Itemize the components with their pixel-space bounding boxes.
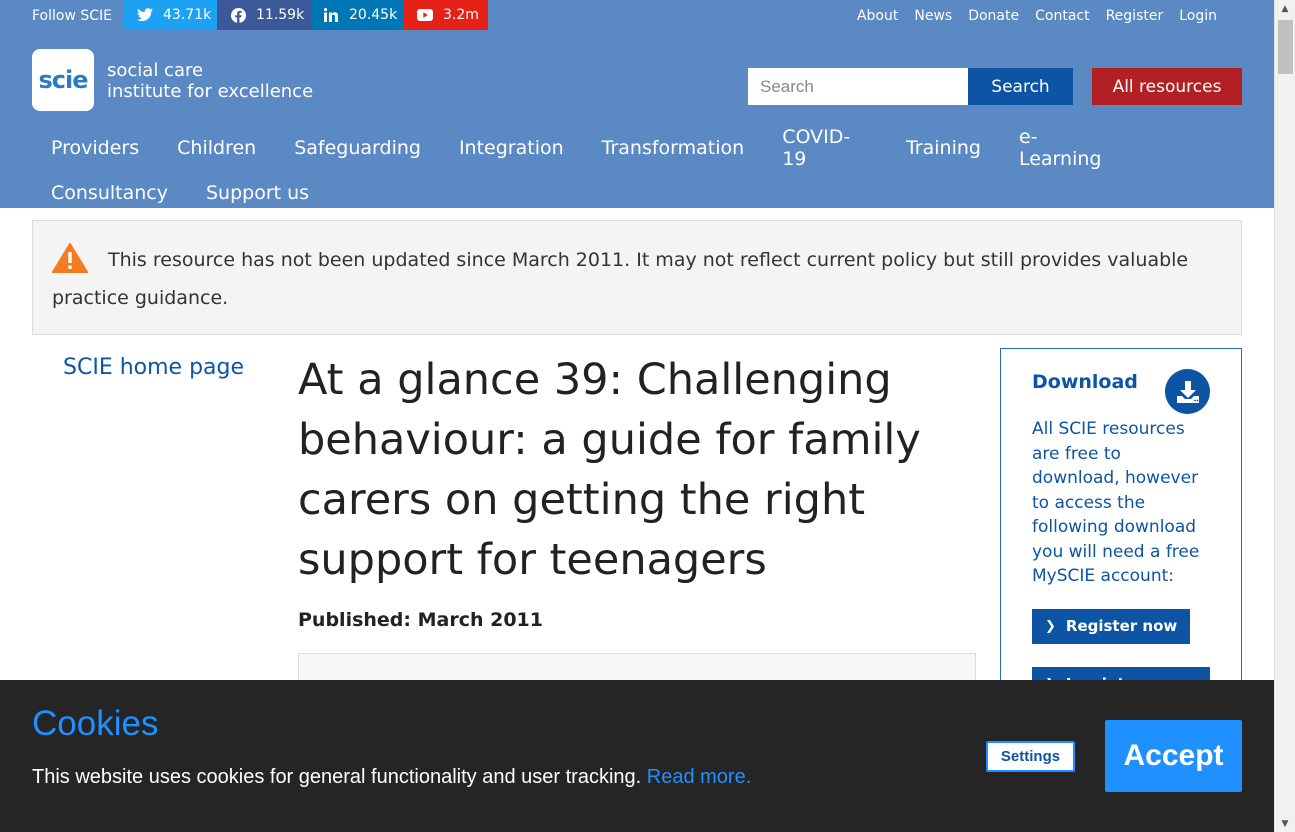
read-more-link[interactable]: Read more. — [647, 766, 752, 788]
facebook-link[interactable]: 11.59k — [217, 0, 311, 30]
youtube-icon — [417, 7, 433, 23]
logo[interactable]: scie — [32, 49, 94, 111]
notice-text: This resource has not been updated since… — [52, 249, 1189, 309]
warning-icon — [52, 242, 88, 273]
download-text: All SCIE resources are free to download,… — [1032, 419, 1200, 586]
search-input[interactable]: Search — [748, 68, 968, 105]
published-date: Published: March 2011 — [298, 609, 543, 631]
scie-home-link[interactable]: SCIE home page — [63, 355, 244, 380]
nav-e-learning[interactable]: e-Learning — [1000, 126, 1132, 170]
nav-children[interactable]: Children — [158, 137, 275, 159]
outdated-notice: This resource has not been updated since… — [32, 220, 1242, 335]
cookie-title: Cookies — [32, 704, 159, 743]
cookie-settings-button[interactable]: Settings — [986, 741, 1075, 772]
contact-link[interactable]: Contact — [1035, 0, 1089, 32]
cookie-accept-button[interactable]: Accept — [1105, 720, 1242, 792]
about-link[interactable]: About — [857, 0, 898, 32]
main-nav: Providers Children Safeguarding Integrat… — [32, 125, 1132, 215]
twitter-icon — [137, 7, 153, 23]
nav-consultancy[interactable]: Consultancy — [32, 182, 187, 204]
main-nav-row-2: Consultancy Support us — [32, 170, 1132, 215]
facebook-count: 11.59k — [256, 7, 305, 23]
top-bar: Follow SCIE 43.71k 11.59k 20.45k 3.2m Ab… — [0, 0, 1274, 30]
register-now-button[interactable]: ❯ Register now — [1032, 608, 1191, 644]
register-now-label: Register now — [1065, 617, 1178, 635]
youtube-count: 3.2m — [443, 7, 479, 23]
nav-support-us[interactable]: Support us — [187, 182, 328, 204]
logo-text[interactable]: social care institute for excellence — [107, 60, 313, 102]
scroll-up-icon[interactable]: ▲ — [1275, 0, 1295, 17]
nav-providers[interactable]: Providers — [32, 137, 158, 159]
login-link[interactable]: Login — [1179, 0, 1217, 32]
scrollbar-thumb[interactable] — [1278, 20, 1293, 74]
download-icon — [1165, 369, 1210, 414]
logo-line-2: institute for excellence — [107, 81, 314, 102]
scrollbar[interactable]: ▲ ▼ — [1274, 0, 1295, 832]
register-link[interactable]: Register — [1106, 0, 1164, 32]
nav-integration[interactable]: Integration — [440, 137, 583, 159]
twitter-count: 43.71k — [163, 7, 212, 23]
news-link[interactable]: News — [914, 0, 952, 32]
nav-safeguarding[interactable]: Safeguarding — [275, 137, 440, 159]
nav-training[interactable]: Training — [887, 137, 1000, 159]
donate-link[interactable]: Donate — [968, 0, 1019, 32]
utility-nav: About News Donate Contact Register Login — [857, 0, 1217, 32]
cookie-text: This website uses cookies for general fu… — [32, 766, 751, 789]
linkedin-count: 20.45k — [349, 7, 398, 23]
youtube-link[interactable]: 3.2m — [404, 0, 488, 30]
chevron-right-icon: ❯ — [1045, 618, 1056, 634]
nav-covid-19[interactable]: COVID-19 — [763, 126, 887, 170]
follow-label: Follow SCIE — [32, 8, 113, 24]
nav-transformation[interactable]: Transformation — [583, 137, 764, 159]
main-nav-row-1: Providers Children Safeguarding Integrat… — [32, 125, 1132, 170]
twitter-link[interactable]: 43.71k — [123, 0, 217, 30]
download-panel: Download All SCIE resources are free to … — [1000, 348, 1242, 708]
site-header: scie social care institute for excellenc… — [0, 30, 1274, 208]
facebook-icon — [230, 7, 246, 23]
all-resources-button[interactable]: All resources — [1092, 68, 1242, 105]
cookie-message: This website uses cookies for general fu… — [32, 766, 642, 788]
scroll-down-icon[interactable]: ▼ — [1275, 815, 1295, 832]
logo-mark: scie — [38, 66, 88, 94]
linkedin-icon — [323, 7, 339, 23]
linkedin-link[interactable]: 20.45k — [311, 0, 404, 30]
logo-line-1: social care — [107, 60, 204, 81]
cookie-banner: Cookies This website uses cookies for ge… — [0, 680, 1274, 832]
search-button[interactable]: Search — [968, 68, 1073, 105]
page-title: At a glance 39: Challenging behaviour: a… — [298, 355, 921, 585]
